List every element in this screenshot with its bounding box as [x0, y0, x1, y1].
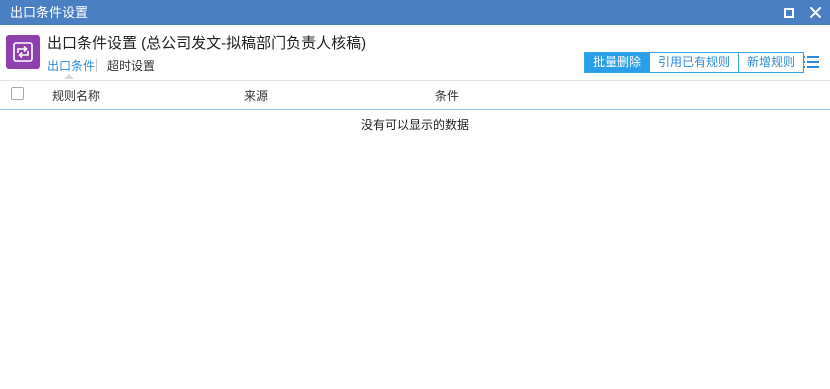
- close-button[interactable]: [807, 4, 824, 21]
- tab-divider: [96, 59, 97, 72]
- empty-table-message: 没有可以显示的数据: [360, 118, 469, 132]
- page-title: 出口条件设置 (总公司发文-拟稿部门负责人核稿): [47, 35, 367, 52]
- toolbar-button-group: 批量删除 引用已有规则 新增规则: [584, 52, 805, 73]
- batch-delete-button[interactable]: 批量删除: [584, 52, 651, 73]
- list-menu-icon[interactable]: [803, 55, 819, 69]
- tab-exit-conditions[interactable]: 出口条件: [47, 58, 95, 74]
- column-header-source[interactable]: 来源: [244, 89, 268, 103]
- table-header: 规则名称 来源 条件: [0, 80, 830, 110]
- reference-existing-rule-button[interactable]: 引用已有规则: [650, 52, 740, 73]
- select-all-checkbox[interactable]: [11, 87, 24, 100]
- maximize-icon: [783, 7, 794, 18]
- tab-timeout-settings[interactable]: 超时设置: [107, 58, 155, 74]
- column-header-condition[interactable]: 条件: [435, 89, 459, 103]
- column-header-rule-name[interactable]: 规则名称: [52, 89, 100, 103]
- maximize-button[interactable]: [780, 4, 797, 21]
- active-tab-indicator: [64, 74, 74, 79]
- app-icon: [6, 35, 40, 69]
- exchange-arrows-icon: [13, 42, 33, 62]
- window-titlebar: 出口条件设置: [0, 0, 830, 25]
- window-title: 出口条件设置: [10, 5, 89, 20]
- add-rule-button[interactable]: 新增规则: [739, 52, 805, 73]
- close-icon: [810, 7, 821, 18]
